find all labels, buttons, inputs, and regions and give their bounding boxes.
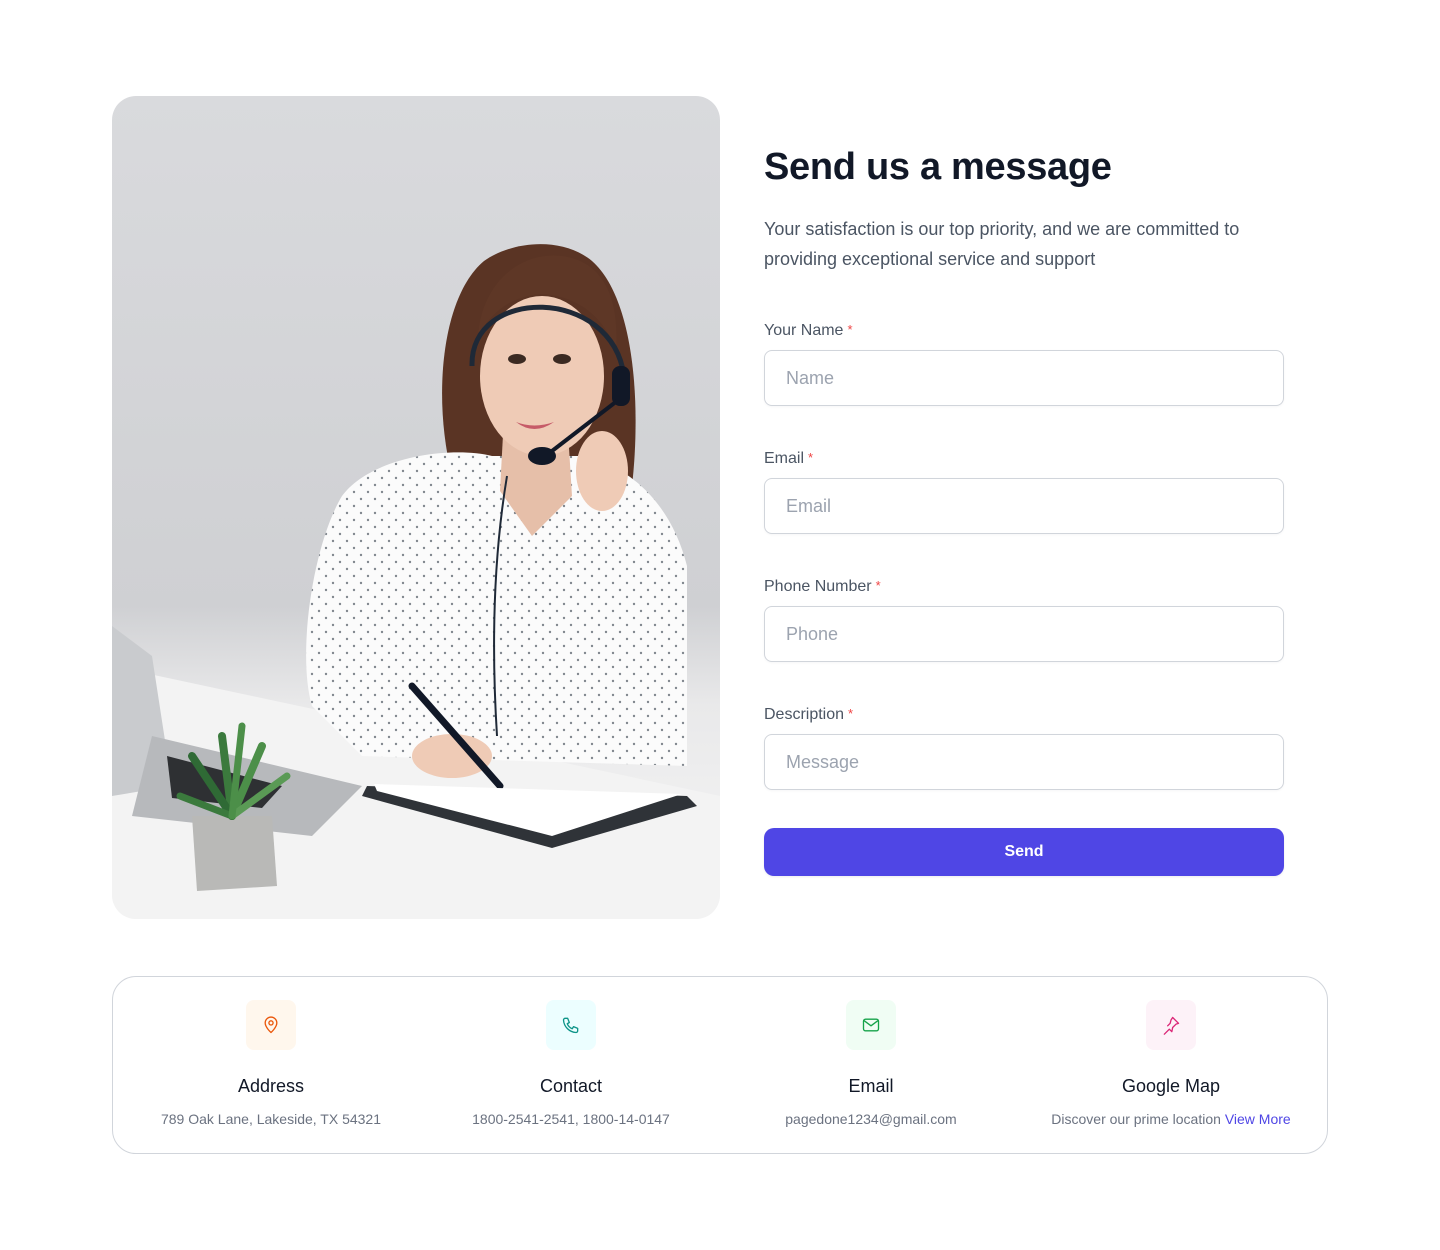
required-mark: * bbox=[848, 706, 854, 721]
email-icon-box bbox=[846, 1000, 896, 1050]
google-map-card: Google Map Discover our prime location V… bbox=[1021, 1000, 1321, 1129]
email-label: Email * bbox=[764, 450, 814, 467]
name-input[interactable] bbox=[764, 350, 1284, 406]
message-input[interactable] bbox=[764, 734, 1284, 790]
contact-text: 1800-2541-2541, 1800-14-0147 bbox=[472, 1111, 670, 1127]
address-icon-box bbox=[246, 1000, 296, 1050]
address-text: 789 Oak Lane, Lakeside, TX 54321 bbox=[160, 1111, 381, 1127]
required-mark: * bbox=[847, 322, 853, 337]
contact-form: Send us a message Your satisfaction is o… bbox=[764, 140, 1284, 876]
email-title: Email bbox=[848, 1076, 894, 1096]
map-pin-icon bbox=[264, 1016, 278, 1034]
contact-title: Contact bbox=[539, 1076, 603, 1096]
contact-card: Contact 1800-2541-2541, 1800-14-0147 bbox=[421, 1000, 721, 1129]
form-title: Send us a message bbox=[764, 146, 1112, 188]
phone-icon bbox=[562, 1017, 579, 1034]
send-button[interactable]: Send bbox=[764, 828, 1284, 876]
email-input[interactable] bbox=[764, 478, 1284, 534]
form-subtitle: Your satisfaction is our top priority, a… bbox=[764, 219, 1240, 269]
contact-info-strip: Address 789 Oak Lane, Lakeside, TX 54321… bbox=[112, 976, 1328, 1154]
address-card: Address 789 Oak Lane, Lakeside, TX 54321 bbox=[121, 1000, 421, 1129]
phone-input[interactable] bbox=[764, 606, 1284, 662]
name-label: Your Name * bbox=[764, 322, 853, 339]
pin-icon bbox=[1163, 1016, 1180, 1035]
name-field-group: Your Name * bbox=[764, 320, 1284, 406]
view-more-link[interactable]: View More bbox=[1225, 1111, 1291, 1127]
email-field-group: Email * bbox=[764, 448, 1284, 534]
description-label: Description * bbox=[764, 706, 854, 723]
phone-label: Phone Number * bbox=[764, 578, 881, 595]
description-field-group: Description * bbox=[764, 704, 1284, 790]
map-icon-box bbox=[1146, 1000, 1196, 1050]
required-mark: * bbox=[808, 450, 814, 465]
email-text: pagedone1234@gmail.com bbox=[785, 1111, 957, 1127]
google-map-title: Google Map bbox=[1121, 1076, 1221, 1096]
address-title: Address bbox=[237, 1076, 305, 1096]
contact-icon-box bbox=[546, 1000, 596, 1050]
email-card: Email pagedone1234@gmail.com bbox=[721, 1000, 1021, 1129]
support-agent-photo bbox=[112, 96, 720, 919]
mail-icon bbox=[862, 1018, 880, 1032]
google-map-text: Discover our prime location View More bbox=[1051, 1111, 1291, 1127]
phone-field-group: Phone Number * bbox=[764, 576, 1284, 662]
required-mark: * bbox=[875, 578, 881, 593]
